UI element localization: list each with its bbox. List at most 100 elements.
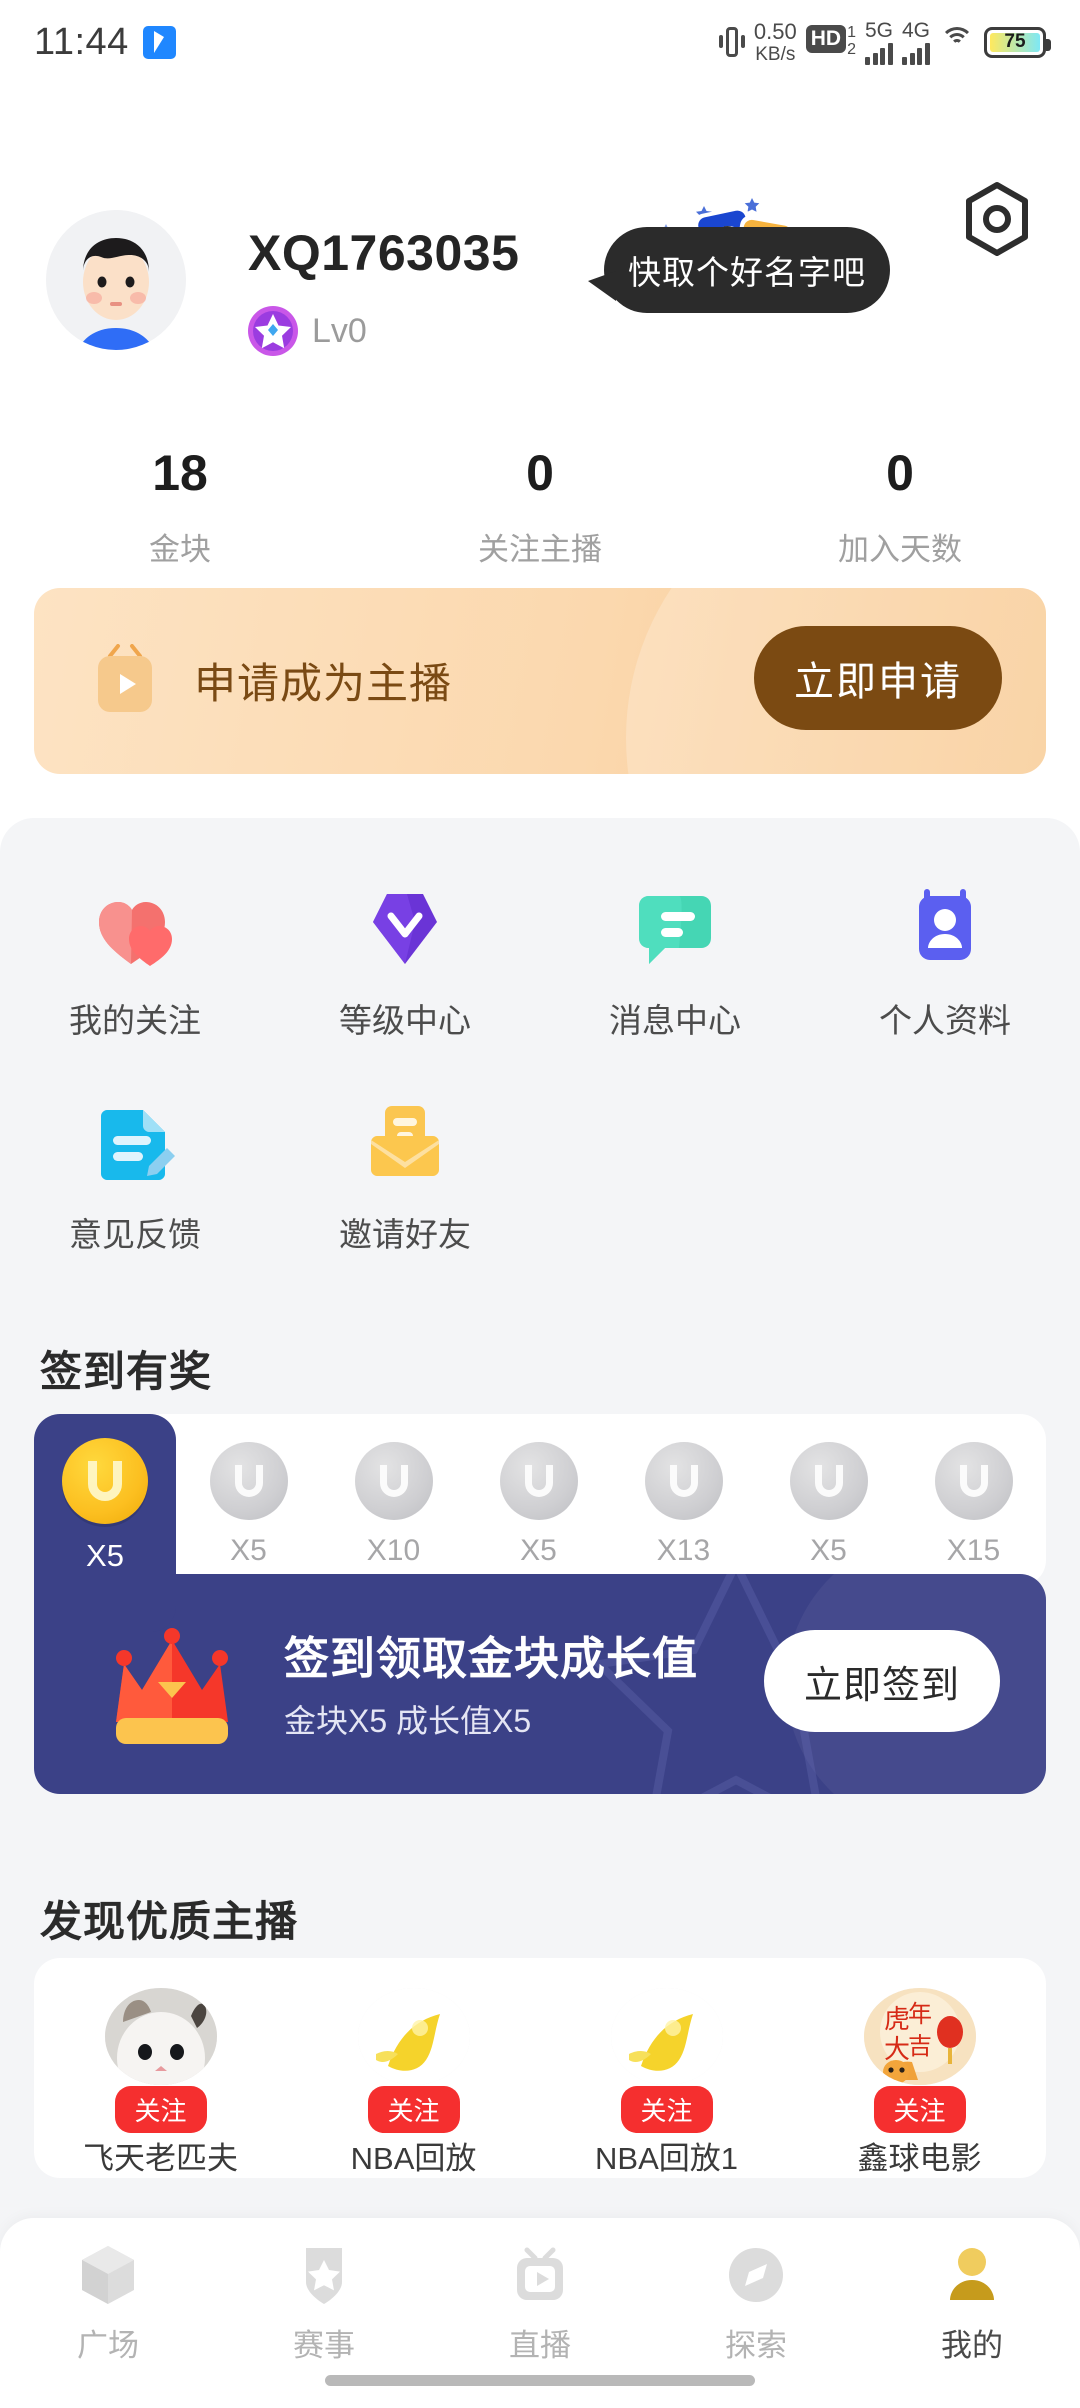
page-title: XQ1763035 bbox=[248, 225, 520, 281]
stat-following-value: 0 bbox=[526, 445, 554, 501]
grid-item-label: 我的关注 bbox=[69, 1002, 201, 1039]
invite-envelope-icon bbox=[357, 1092, 453, 1188]
signin-banner-subtitle: 金块X5 成长值X5 bbox=[284, 1703, 532, 1739]
grid-item-level-center[interactable]: 等级中心 bbox=[270, 878, 540, 1042]
wifi-icon bbox=[939, 27, 975, 57]
grid-item-my-follows[interactable]: 我的关注 bbox=[0, 878, 270, 1042]
anchor-item[interactable]: 虎 年 大 吉 关注 鑫球电影 bbox=[793, 1958, 1046, 2178]
nav-label: 我的 bbox=[941, 2328, 1003, 2363]
signin-day-reward: X15 bbox=[946, 1534, 1001, 1567]
signin-day-reward: X5 bbox=[86, 1538, 124, 1573]
locked-coin-icon bbox=[499, 1442, 578, 1520]
nav-item-events[interactable]: 赛事 bbox=[216, 2240, 432, 2365]
signin-day-reward: X10 bbox=[366, 1534, 421, 1567]
apply-now-button[interactable]: 立即申请 bbox=[754, 626, 1002, 730]
grid-item-invite-friends[interactable]: 邀请好友 bbox=[270, 1092, 540, 1256]
nav-item-explore[interactable]: 探索 bbox=[648, 2240, 864, 2365]
level-label: Lv0 bbox=[312, 311, 367, 350]
live-tv-play-icon bbox=[505, 2240, 575, 2310]
grid-item-label: 个人资料 bbox=[879, 1002, 1011, 1039]
signin-day[interactable]: X5 bbox=[756, 1414, 901, 1568]
battery-icon: 75 bbox=[984, 26, 1051, 58]
locked-coin-icon bbox=[789, 1442, 868, 1520]
follow-button[interactable]: 关注 bbox=[114, 2086, 207, 2133]
star-level-badge-icon bbox=[248, 306, 298, 356]
follow-button[interactable]: 关注 bbox=[367, 2086, 460, 2133]
section-title-discover: 发现优质主播 bbox=[40, 1898, 299, 1945]
stat-days[interactable]: 0 加入天数 bbox=[720, 444, 1080, 569]
signal-5g-icon: 5G bbox=[865, 20, 893, 65]
stat-gold[interactable]: 18 金块 bbox=[0, 444, 360, 569]
apply-anchor-title: 申请成为主播 bbox=[194, 660, 453, 707]
anchor-item[interactable]: 关注 飞天老匹夫 bbox=[34, 1958, 287, 2178]
nav-item-live[interactable]: 直播 bbox=[432, 2240, 648, 2365]
stats-row: 18 金块 0 关注主播 0 加入天数 bbox=[0, 444, 1080, 569]
gold-coin-icon bbox=[62, 1438, 148, 1524]
grid-item-feedback[interactable]: 意见反馈 bbox=[0, 1092, 270, 1256]
entry-grid: 我的关注 等级中心 消息中心 个人资料 意见反馈 邀请好友 bbox=[0, 878, 1080, 1306]
home-indicator bbox=[325, 2375, 755, 2386]
section-title-signin: 签到有奖 bbox=[40, 1348, 213, 1395]
nickname-tip-bubble[interactable]: 快取个好名字吧 bbox=[588, 227, 890, 313]
signin-day[interactable]: X5 bbox=[176, 1414, 321, 1568]
crown-icon bbox=[104, 1618, 240, 1748]
signin-now-button[interactable]: 立即签到 bbox=[764, 1630, 1000, 1732]
anchor-item[interactable]: 关注 NBA回放1 bbox=[540, 1958, 793, 2178]
svg-text:吉: 吉 bbox=[908, 2032, 932, 2060]
profile-header: XQ1763035 Lv0 快取个好名字吧 18 金块 0 关注主播 0 加入天… bbox=[0, 84, 1080, 824]
level-diamond-icon bbox=[357, 878, 453, 974]
avatar[interactable] bbox=[46, 210, 186, 350]
content-sheet: 我的关注 等级中心 消息中心 个人资料 意见反馈 邀请好友 签到有奖 X5 X5… bbox=[0, 818, 1080, 2258]
status-time: 11:44 bbox=[34, 20, 129, 63]
follow-button[interactable]: 关注 bbox=[620, 2086, 713, 2133]
signin-banner-title: 签到领取金块成长值 bbox=[284, 1633, 699, 1684]
network-speed-unit: KB/s bbox=[755, 43, 796, 65]
signin-day-reward: X5 bbox=[520, 1534, 557, 1567]
signin-day[interactable]: X5 bbox=[466, 1414, 611, 1568]
anchor-avatar: 虎 年 大 吉 bbox=[863, 1988, 976, 2085]
nav-label: 探索 bbox=[725, 2328, 787, 2363]
nav-label: 赛事 bbox=[293, 2328, 355, 2363]
grid-item-label: 消息中心 bbox=[609, 1002, 741, 1039]
stat-following-label: 关注主播 bbox=[478, 532, 602, 567]
apply-now-label: 立即申请 bbox=[794, 660, 962, 704]
nav-item-mine[interactable]: 我的 bbox=[864, 2240, 1080, 2365]
signin-card: X5 X5 X10 X5 X13 X5 X15 签到领取金块成长值 金块X5 成… bbox=[34, 1414, 1046, 1794]
signin-day-active[interactable]: X5 bbox=[34, 1414, 176, 1632]
signin-now-label: 立即签到 bbox=[803, 1664, 960, 1707]
stat-days-value: 0 bbox=[886, 445, 914, 501]
locked-coin-icon bbox=[934, 1442, 1013, 1520]
compass-icon bbox=[721, 2240, 791, 2310]
bottom-navigation: 广场 赛事 直播 探索 我的 bbox=[0, 2218, 1080, 2408]
anchor-name: NBA回放1 bbox=[595, 2141, 738, 2176]
nav-item-plaza[interactable]: 广场 bbox=[0, 2240, 216, 2365]
anchor-name: 飞天老匹夫 bbox=[83, 2141, 238, 2176]
signin-days-list: X5 X10 X5 X13 X5 X15 bbox=[176, 1414, 1046, 1586]
signin-day[interactable]: X15 bbox=[901, 1414, 1046, 1568]
hd-voice-icon: HD 1 2 bbox=[805, 24, 856, 59]
grid-item-profile[interactable]: 个人资料 bbox=[810, 878, 1080, 1042]
apply-anchor-banner[interactable]: 申请成为主播 立即申请 bbox=[34, 588, 1046, 774]
cube-icon bbox=[73, 2240, 143, 2310]
signal-5g-label: 5G bbox=[864, 18, 893, 42]
hexagon-settings-icon[interactable] bbox=[958, 180, 1036, 258]
stat-gold-value: 18 bbox=[152, 445, 208, 501]
signal-5g-bars bbox=[865, 42, 893, 65]
status-bar: 11:44 0.50 KB/s HD 1 2 5G 4G 75 bbox=[0, 0, 1080, 84]
nav-label: 广场 bbox=[77, 2328, 139, 2363]
anchor-item[interactable]: 关注 NBA回放 bbox=[287, 1958, 540, 2178]
grid-item-message-center[interactable]: 消息中心 bbox=[540, 878, 810, 1042]
signal-4g-icon: 4G bbox=[902, 20, 930, 65]
hd-sim1: 1 bbox=[847, 24, 856, 42]
signin-day[interactable]: X13 bbox=[611, 1414, 756, 1568]
signal-4g-bars bbox=[902, 42, 930, 65]
hd-sim2: 2 bbox=[847, 41, 856, 58]
follow-button[interactable]: 关注 bbox=[873, 2086, 966, 2133]
level-row[interactable]: Lv0 bbox=[248, 306, 367, 356]
signin-day-reward: X13 bbox=[656, 1534, 711, 1567]
status-bar-left: 11:44 bbox=[34, 21, 176, 64]
stat-following[interactable]: 0 关注主播 bbox=[360, 444, 720, 569]
signin-day[interactable]: X10 bbox=[321, 1414, 466, 1568]
shield-star-icon bbox=[289, 2240, 359, 2310]
signin-day-reward: X5 bbox=[230, 1534, 267, 1567]
